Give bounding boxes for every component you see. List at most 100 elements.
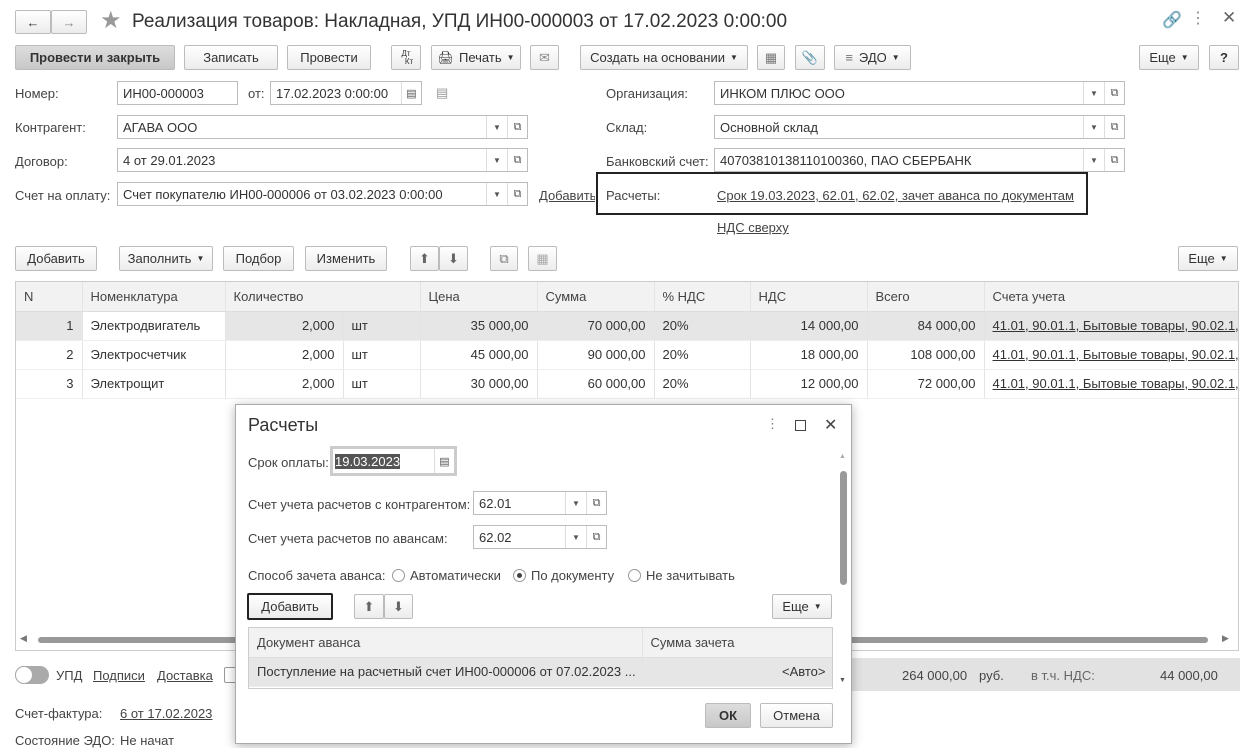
- open-icon[interactable]: ⧉: [1104, 82, 1124, 104]
- dt-kt-button[interactable]: Дт Кт: [391, 45, 421, 70]
- comment-icon[interactable]: ▤: [436, 85, 448, 101]
- vat-on-top-link[interactable]: НДС сверху: [717, 220, 789, 235]
- more-vertical-icon[interactable]: ⋮: [766, 416, 779, 432]
- cancel-button[interactable]: Отмена: [760, 703, 833, 728]
- org-input[interactable]: ИНКОМ ПЛЮС ООО ▼ ⧉: [714, 81, 1125, 105]
- move-down-button[interactable]: ⬇: [384, 594, 413, 619]
- due-date-input[interactable]: 19.03.2023 ▤: [330, 446, 457, 476]
- table-row[interactable]: Поступление на расчетный счет ИН00-00000…: [249, 657, 832, 687]
- open-icon[interactable]: ⧉: [507, 149, 527, 171]
- add-row-button[interactable]: Добавить: [15, 246, 97, 271]
- col-qty[interactable]: Количество: [225, 282, 421, 312]
- col-item[interactable]: Номенклатура: [82, 282, 226, 312]
- table-row[interactable]: 3 Электрощит 2,000 шт 30 000,00 60 000,00 20% 1…: [16, 369, 1238, 399]
- open-icon[interactable]: ⧉: [586, 526, 606, 548]
- invoice-footer-link[interactable]: 6 от 17.02.2023: [120, 706, 212, 721]
- col-price[interactable]: Цена: [420, 282, 538, 312]
- structure-button[interactable]: ▦: [757, 45, 785, 70]
- table-row[interactable]: 1 Электродвигатель 2,000 шт 35 000,00 70 000,…: [16, 311, 1238, 341]
- chevron-down-icon[interactable]: ▼: [486, 116, 507, 138]
- save-button[interactable]: Записать: [184, 45, 278, 70]
- more-vertical-icon[interactable]: ⋮: [1190, 8, 1206, 28]
- settlements-link[interactable]: Срок 19.03.2023, 62.01, 62.02, зачет ава…: [717, 188, 1074, 203]
- open-icon[interactable]: ⧉: [1104, 149, 1124, 171]
- col-n[interactable]: N: [16, 282, 83, 312]
- adv-input[interactable]: 62.02 ▼ ⧉: [473, 525, 607, 549]
- chevron-down-icon[interactable]: ▼: [486, 149, 507, 171]
- col-sum[interactable]: Сумма: [537, 282, 655, 312]
- acc-input[interactable]: 62.01 ▼ ⧉: [473, 491, 607, 515]
- help-button[interactable]: ?: [1209, 45, 1239, 70]
- chevron-down-icon[interactable]: ▼: [565, 492, 586, 514]
- col-vat[interactable]: НДС: [750, 282, 868, 312]
- change-button[interactable]: Изменить: [305, 246, 387, 271]
- close-icon[interactable]: ✕: [1222, 8, 1236, 28]
- chevron-down-icon[interactable]: ▼: [1083, 149, 1104, 171]
- open-icon[interactable]: ⧉: [507, 116, 527, 138]
- number-input[interactable]: ИН00-000003: [117, 81, 238, 105]
- col-accounts[interactable]: Счета учета: [984, 282, 1238, 312]
- open-icon[interactable]: ⧉: [1104, 116, 1124, 138]
- scroll-up-icon[interactable]: ▲: [839, 453, 846, 460]
- radio-button[interactable]: [392, 569, 405, 582]
- back-button[interactable]: ←: [15, 10, 51, 34]
- vertical-scrollbar[interactable]: [840, 471, 847, 585]
- cell-accounts[interactable]: 41.01, 90.01.1, Бытовые товары, 90.02.1,: [984, 369, 1238, 399]
- select-button[interactable]: Подбор: [223, 246, 294, 271]
- chevron-down-icon[interactable]: ▼: [1083, 82, 1104, 104]
- chevron-down-icon[interactable]: ▼: [565, 526, 586, 548]
- upd-toggle[interactable]: [15, 666, 49, 684]
- signatures-link[interactable]: Подписи: [93, 668, 145, 683]
- scroll-down-icon[interactable]: ▼: [839, 677, 846, 684]
- radio-by-document[interactable]: По документу: [513, 568, 614, 583]
- col-offset-sum[interactable]: Сумма зачета: [642, 628, 832, 658]
- scroll-left-icon[interactable]: ◀: [20, 633, 27, 644]
- bank-input[interactable]: 40703810138110100360, ПАО СБЕРБАНК ▼ ⧉: [714, 148, 1125, 172]
- ok-button[interactable]: ОК: [705, 703, 751, 728]
- create-based-on-button[interactable]: Создать на основании ▼: [580, 45, 748, 70]
- radio-button[interactable]: [628, 569, 641, 582]
- radio-button[interactable]: [513, 569, 526, 582]
- maximize-icon[interactable]: [795, 420, 806, 431]
- move-up-button[interactable]: ⬆: [354, 594, 384, 619]
- chevron-down-icon[interactable]: ▼: [1083, 116, 1104, 138]
- close-icon[interactable]: ✕: [824, 415, 837, 435]
- chevron-down-icon[interactable]: ▼: [486, 183, 507, 205]
- open-icon[interactable]: ⧉: [586, 492, 606, 514]
- forward-button[interactable]: →: [51, 10, 87, 34]
- radio-auto[interactable]: Автоматически: [392, 568, 501, 583]
- contract-input[interactable]: 4 от 29.01.2023 ▼ ⧉: [117, 148, 528, 172]
- invoice-input[interactable]: Счет покупателю ИН00-000006 от 03.02.202…: [117, 182, 528, 206]
- move-up-button[interactable]: ⬆: [410, 246, 439, 271]
- delivery-link[interactable]: Доставка: [157, 668, 213, 683]
- star-icon[interactable]: ★: [100, 6, 122, 35]
- fill-button[interactable]: Заполнить ▼: [119, 246, 213, 271]
- col-advance-doc[interactable]: Документ аванса: [249, 628, 643, 658]
- date-input[interactable]: 17.02.2023 0:00:00 ▤: [270, 81, 422, 105]
- post-button[interactable]: Провести: [287, 45, 371, 70]
- cell-accounts[interactable]: 41.01, 90.01.1, Бытовые товары, 90.02.1,: [984, 340, 1238, 370]
- more-button[interactable]: Еще ▼: [1139, 45, 1199, 70]
- calendar-icon[interactable]: ▤: [401, 82, 421, 104]
- radio-none[interactable]: Не зачитывать: [628, 568, 735, 583]
- dialog-more-button[interactable]: Еще ▼: [772, 594, 832, 619]
- table-row[interactable]: 2 Электросчетчик 2,000 шт 45 000,00 90 000,00…: [16, 340, 1238, 370]
- paste-button[interactable]: ▦: [528, 246, 557, 271]
- calendar-icon[interactable]: ▤: [434, 449, 454, 473]
- open-icon[interactable]: ⧉: [507, 183, 527, 205]
- email-button[interactable]: ✉: [530, 45, 559, 70]
- col-vat-rate[interactable]: % НДС: [654, 282, 751, 312]
- edo-button[interactable]: ≡ ЭДО ▼: [834, 45, 911, 70]
- add-invoice-link[interactable]: Добавить: [539, 188, 595, 203]
- warehouse-input[interactable]: Основной склад ▼ ⧉: [714, 115, 1125, 139]
- col-total[interactable]: Всего: [867, 282, 985, 312]
- move-down-button[interactable]: ⬇: [439, 246, 468, 271]
- copy-button[interactable]: ⧉: [490, 246, 518, 271]
- attach-button[interactable]: 📎: [795, 45, 825, 70]
- post-and-close-button[interactable]: Провести и закрыть: [15, 45, 175, 70]
- counterparty-input[interactable]: АГАВА ООО ▼ ⧉: [117, 115, 528, 139]
- scroll-right-icon[interactable]: ▶: [1222, 633, 1229, 644]
- cell-accounts[interactable]: 41.01, 90.01.1, Бытовые товары, 90.02.1,: [984, 311, 1238, 341]
- table-more-button[interactable]: Еще ▼: [1178, 246, 1238, 271]
- print-button[interactable]: 🖨 Печать ▼: [431, 45, 521, 70]
